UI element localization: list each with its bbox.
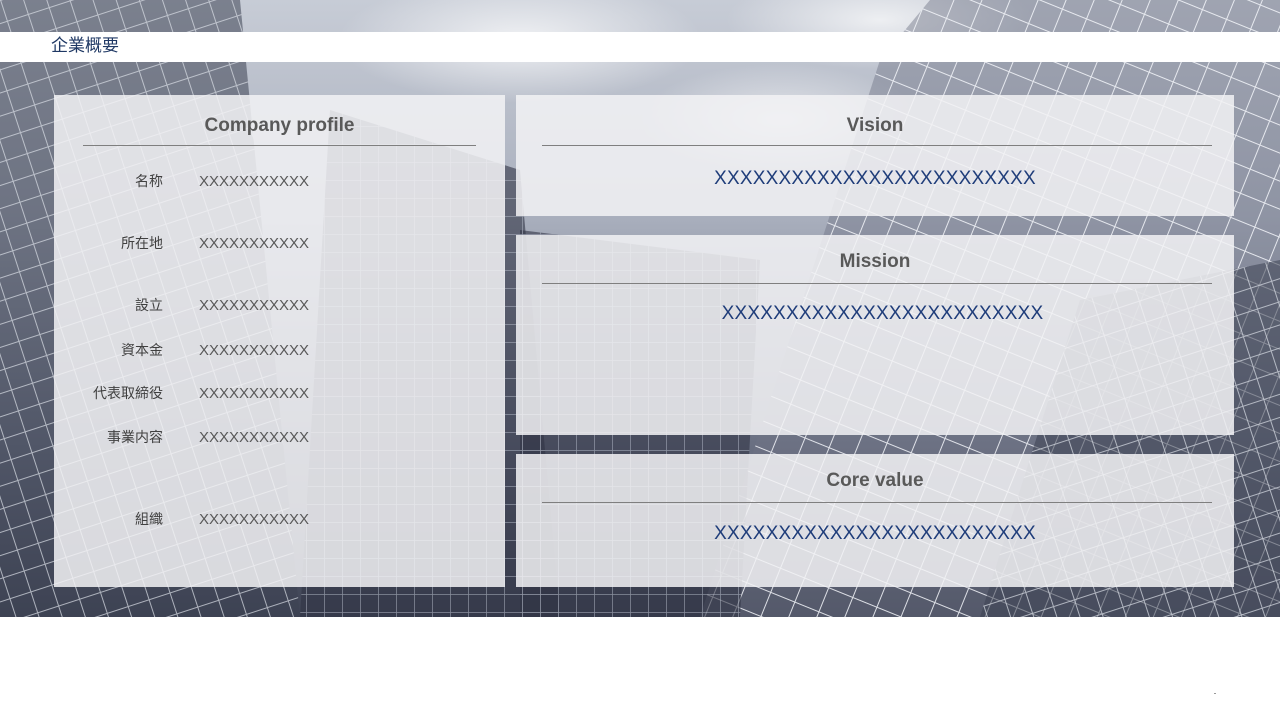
profile-value: XXXXXXXXXXX	[199, 173, 310, 190]
company-profile-divider	[83, 145, 476, 146]
profile-row-capital: 資本金 XXXXXXXXXXX	[54, 340, 505, 362]
profile-label: 設立	[135, 298, 163, 314]
vision-card: Vision XXXXXXXXXXXXXXXXXXXXXXXXX	[516, 95, 1234, 216]
profile-row-representative: 代表取締役 XXXXXXXXXXX	[54, 383, 505, 405]
page-title: 企業概要	[51, 36, 119, 56]
mission-card: Mission XXXXXXXXXXXXXXXXXXXXXXXXX	[516, 235, 1234, 435]
profile-value: XXXXXXXXXXX	[199, 385, 310, 402]
company-profile-card: Company profile 名称 XXXXXXXXXXX 所在地 XXXXX…	[54, 95, 505, 587]
mission-divider	[542, 283, 1212, 284]
corner-mark	[1214, 693, 1216, 694]
profile-row-name: 名称 XXXXXXXXXXX	[54, 171, 505, 193]
profile-row-organization: 組織 XXXXXXXXXXX	[54, 509, 505, 531]
company-profile-heading: Company profile	[204, 115, 355, 136]
profile-label: 所在地	[121, 236, 163, 252]
vision-text: XXXXXXXXXXXXXXXXXXXXXXXXX	[714, 168, 1036, 189]
vision-heading: Vision	[846, 115, 904, 136]
mission-text: XXXXXXXXXXXXXXXXXXXXXXXXX	[721, 303, 1044, 324]
profile-row-address: 所在地 XXXXXXXXXXX	[54, 233, 505, 255]
profile-label: 事業内容	[107, 430, 163, 446]
profile-label: 代表取締役	[93, 386, 163, 402]
profile-value: XXXXXXXXXXX	[199, 235, 310, 252]
mission-heading: Mission	[839, 251, 911, 272]
profile-label: 資本金	[121, 343, 163, 359]
profile-value: XXXXXXXXXXX	[199, 342, 310, 359]
profile-value: XXXXXXXXXXX	[199, 511, 310, 528]
profile-row-business: 事業内容 XXXXXXXXXXX	[54, 427, 505, 449]
profile-label: 組織	[135, 512, 163, 528]
core-value-divider	[542, 502, 1212, 503]
core-value-text: XXXXXXXXXXXXXXXXXXXXXXXXX	[714, 523, 1036, 544]
core-value-card: Core value XXXXXXXXXXXXXXXXXXXXXXXXX	[516, 454, 1234, 587]
profile-value: XXXXXXXXXXX	[199, 297, 310, 314]
profile-row-established: 設立 XXXXXXXXXXX	[54, 295, 505, 317]
profile-value: XXXXXXXXXXX	[199, 429, 310, 446]
vision-divider	[542, 145, 1212, 146]
title-bar: 企業概要	[0, 32, 1280, 62]
core-value-heading: Core value	[826, 470, 924, 491]
profile-label: 名称	[135, 174, 163, 190]
